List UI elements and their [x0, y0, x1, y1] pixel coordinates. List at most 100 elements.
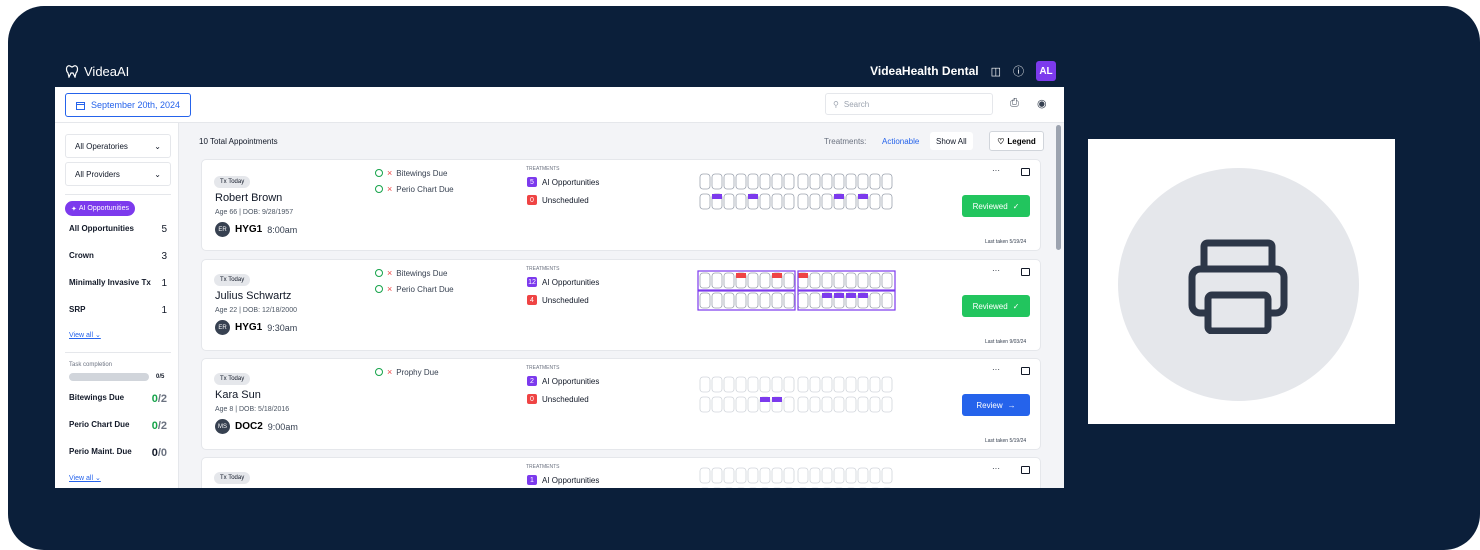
- book-icon[interactable]: ◫: [991, 65, 1001, 78]
- more-options-icon[interactable]: ···: [992, 166, 1000, 175]
- tooth[interactable]: [783, 193, 795, 210]
- side-panel-icon[interactable]: [1021, 268, 1030, 276]
- tooth[interactable]: [881, 467, 893, 484]
- more-options-icon[interactable]: ···: [992, 266, 1000, 275]
- tooth[interactable]: [711, 292, 723, 309]
- tooth[interactable]: [699, 467, 711, 484]
- tooth[interactable]: [869, 376, 881, 393]
- date-picker-button[interactable]: September 20th, 2024: [65, 93, 191, 117]
- tooth[interactable]: [723, 272, 735, 289]
- tooth[interactable]: [857, 467, 869, 484]
- tooth[interactable]: [845, 193, 857, 210]
- scrollbar-thumb[interactable]: [1056, 125, 1061, 250]
- tooth[interactable]: [747, 376, 759, 393]
- tooth[interactable]: [845, 396, 857, 413]
- tooth[interactable]: [833, 272, 845, 289]
- tooth[interactable]: [771, 173, 783, 190]
- tab-actionable[interactable]: Actionable: [876, 132, 925, 150]
- task-perio-chart[interactable]: Perio Chart Due 0/2: [69, 420, 167, 432]
- tooth[interactable]: [783, 396, 795, 413]
- tooth[interactable]: [711, 376, 723, 393]
- tooth[interactable]: [759, 467, 771, 484]
- view-all-opportunities-link[interactable]: View all ⌄: [69, 331, 101, 339]
- filter-srp[interactable]: SRP 1: [69, 305, 167, 316]
- eye-icon[interactable]: ◉: [1037, 97, 1047, 110]
- tooth[interactable]: [723, 376, 735, 393]
- tooth[interactable]: [881, 292, 893, 309]
- tooth[interactable]: [809, 173, 821, 190]
- tab-show-all[interactable]: Show All: [930, 132, 973, 150]
- tooth[interactable]: [857, 272, 869, 289]
- tooth-chart[interactable]: [697, 464, 897, 488]
- tooth[interactable]: [869, 467, 881, 484]
- tooth[interactable]: [699, 396, 711, 413]
- tooth[interactable]: [699, 376, 711, 393]
- tooth[interactable]: [759, 173, 771, 190]
- tooth[interactable]: [735, 193, 747, 210]
- tooth[interactable]: [809, 396, 821, 413]
- tooth[interactable]: [783, 292, 795, 309]
- tooth[interactable]: [771, 376, 783, 393]
- tooth-chart[interactable]: [697, 170, 897, 212]
- appointment-card[interactable]: Tx Today Julius Schwartz Age 22 | DOB: 1…: [201, 259, 1041, 351]
- tooth[interactable]: [821, 193, 833, 210]
- tooth[interactable]: [845, 173, 857, 190]
- tooth[interactable]: [833, 376, 845, 393]
- appointment-card[interactable]: Tx Today Kara Sun Age 8 | DOB: 5/18/2016…: [201, 358, 1041, 450]
- tooth-chart[interactable]: [697, 269, 897, 311]
- tooth[interactable]: [711, 396, 723, 413]
- tooth[interactable]: [845, 272, 857, 289]
- tooth[interactable]: [881, 173, 893, 190]
- tooth[interactable]: [735, 292, 747, 309]
- tooth[interactable]: [711, 173, 723, 190]
- reviewed-button[interactable]: Reviewed ✓: [962, 295, 1030, 317]
- providers-select[interactable]: All Providers ⌄: [65, 162, 171, 186]
- tooth[interactable]: [735, 396, 747, 413]
- tooth[interactable]: [857, 396, 869, 413]
- app-logo[interactable]: VideaAI: [65, 64, 129, 79]
- tooth[interactable]: [783, 173, 795, 190]
- tooth[interactable]: [747, 292, 759, 309]
- tooth[interactable]: [881, 193, 893, 210]
- tooth[interactable]: [869, 193, 881, 210]
- tooth[interactable]: [881, 376, 893, 393]
- tooth[interactable]: [699, 193, 711, 210]
- tooth[interactable]: [747, 173, 759, 190]
- tooth[interactable]: [869, 396, 881, 413]
- tooth[interactable]: [797, 292, 809, 309]
- tooth[interactable]: [699, 173, 711, 190]
- tooth[interactable]: [723, 193, 735, 210]
- legend-button[interactable]: ♡ Legend: [989, 131, 1044, 151]
- tooth[interactable]: [821, 396, 833, 413]
- tooth[interactable]: [747, 396, 759, 413]
- more-options-icon[interactable]: ···: [992, 365, 1000, 374]
- more-options-icon[interactable]: ···: [992, 464, 1000, 473]
- tooth[interactable]: [797, 467, 809, 484]
- tooth[interactable]: [809, 272, 821, 289]
- tooth[interactable]: [759, 292, 771, 309]
- tooth[interactable]: [735, 467, 747, 484]
- filter-all-opportunities[interactable]: All Opportunities 5: [69, 224, 167, 235]
- side-panel-icon[interactable]: [1021, 367, 1030, 375]
- tooth[interactable]: [869, 173, 881, 190]
- tooth[interactable]: [881, 272, 893, 289]
- print-icon[interactable]: ⎙: [1010, 97, 1019, 110]
- review-button[interactable]: Review →: [962, 394, 1030, 416]
- appointment-card[interactable]: Tx Today TREATMENTS 1 AI Opportunities ··…: [201, 457, 1041, 488]
- appointment-card[interactable]: Tx Today Robert Brown Age 66 | DOB: 9/28…: [201, 159, 1041, 251]
- tooth[interactable]: [797, 376, 809, 393]
- tooth[interactable]: [735, 376, 747, 393]
- tooth[interactable]: [747, 467, 759, 484]
- tooth[interactable]: [857, 376, 869, 393]
- tooth[interactable]: [711, 467, 723, 484]
- tooth-chart[interactable]: [697, 373, 897, 415]
- view-all-tasks-link[interactable]: View all ⌄: [69, 474, 101, 482]
- tooth[interactable]: [809, 467, 821, 484]
- tooth[interactable]: [809, 376, 821, 393]
- operatories-select[interactable]: All Operatories ⌄: [65, 134, 171, 158]
- tooth[interactable]: [833, 396, 845, 413]
- tooth[interactable]: [833, 173, 845, 190]
- tooth[interactable]: [723, 396, 735, 413]
- tooth[interactable]: [699, 292, 711, 309]
- tooth[interactable]: [821, 173, 833, 190]
